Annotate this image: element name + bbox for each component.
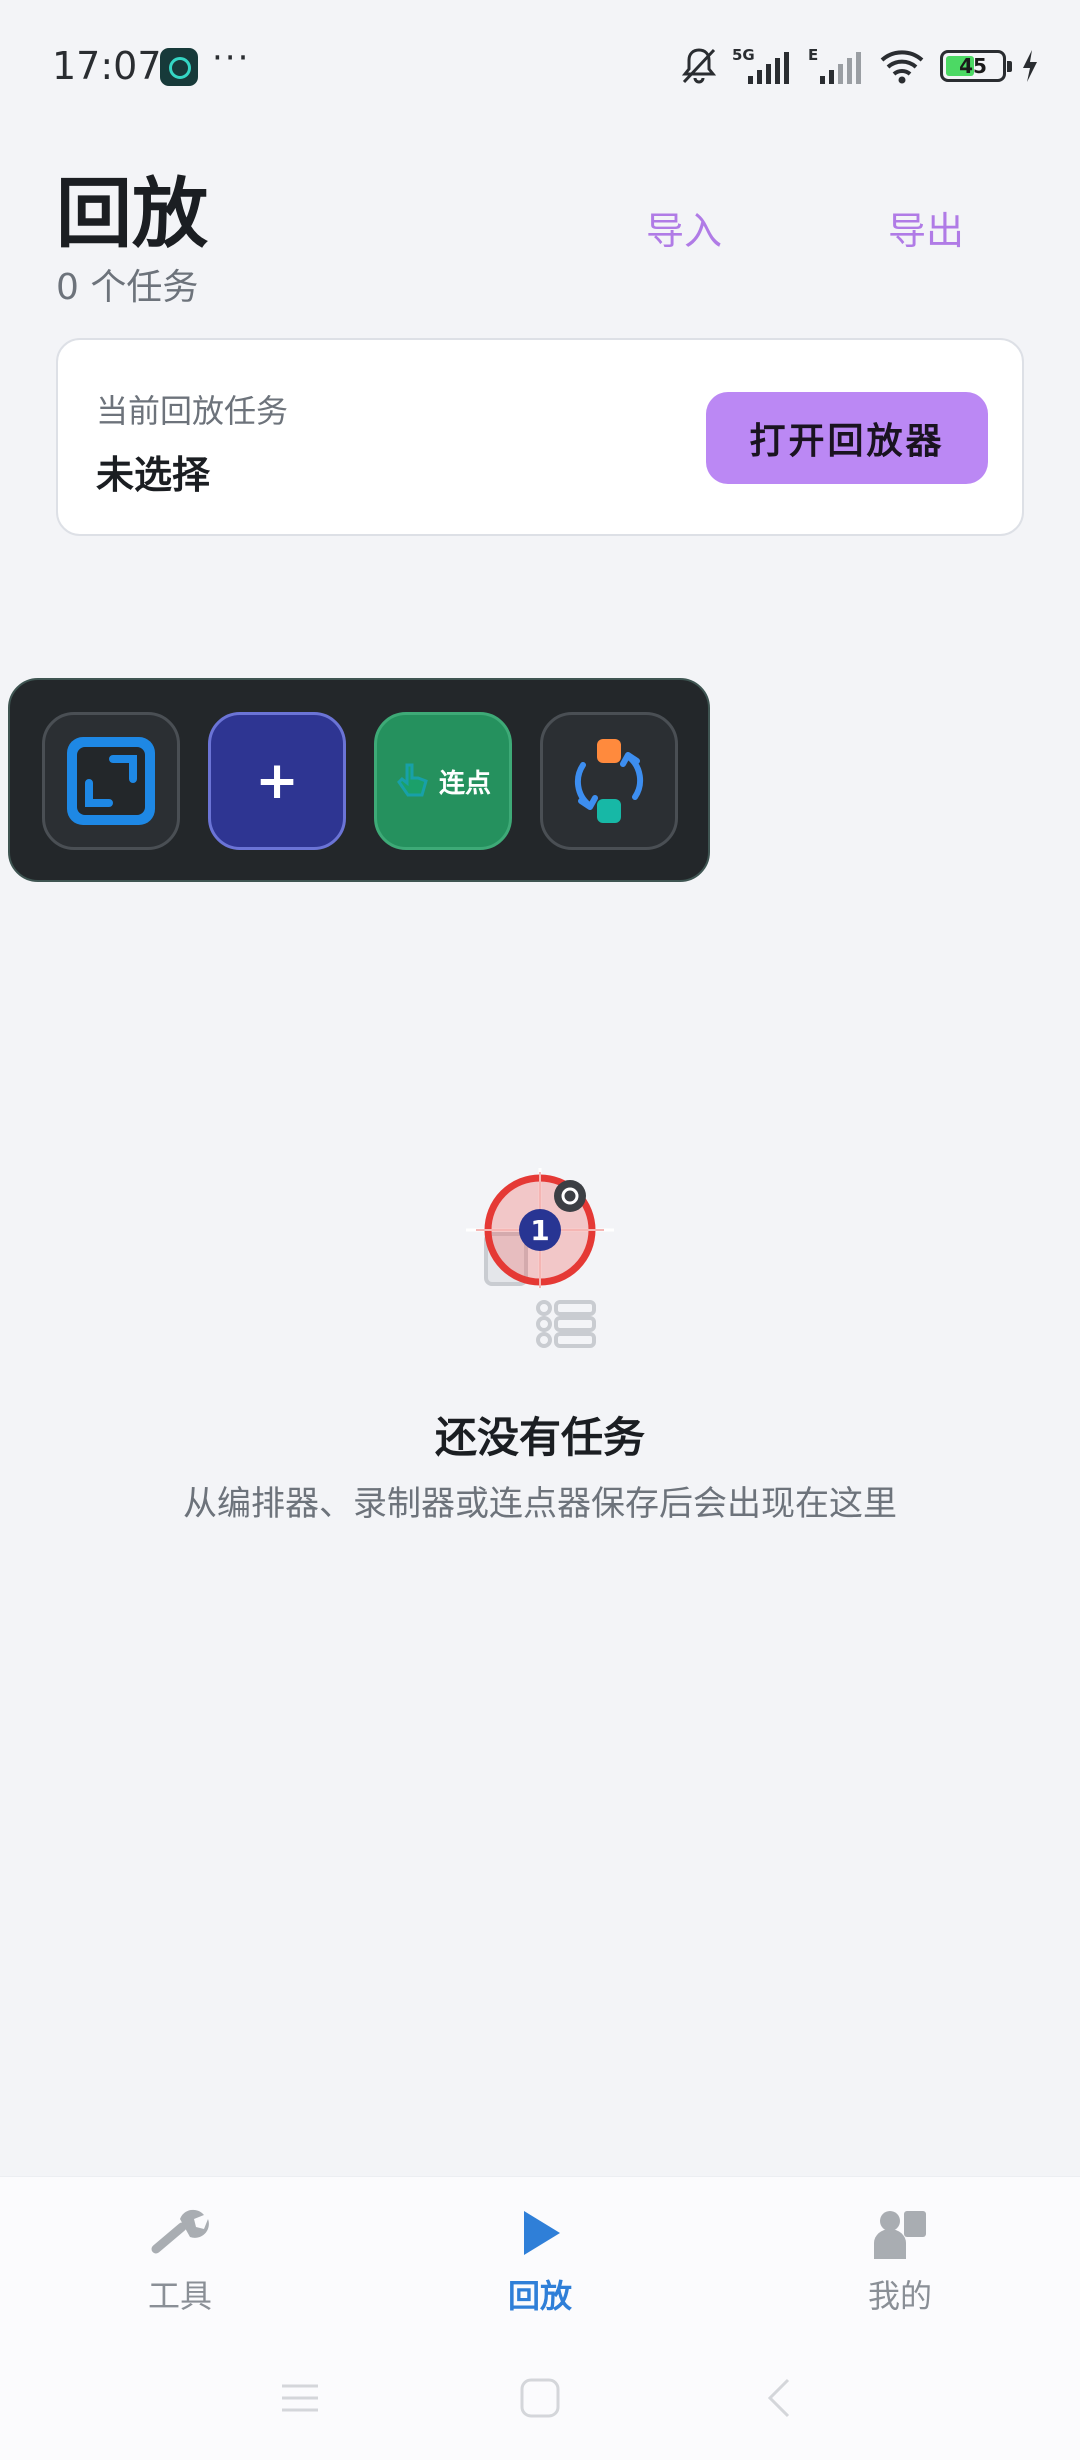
floating-toolbar[interactable]: + 连点: [8, 678, 710, 882]
charging-icon: [1023, 50, 1037, 82]
wifi-icon: [880, 50, 924, 84]
task-count: 0 个任务: [56, 267, 199, 308]
profile-icon: [874, 2211, 926, 2259]
battery-level: 45: [959, 54, 987, 78]
nav-item-mine[interactable]: 我的: [800, 2205, 1000, 2325]
nav-item-replay[interactable]: 回放: [440, 2205, 640, 2325]
battery-icon: 45: [940, 50, 1012, 82]
home-icon[interactable]: [518, 2376, 562, 2420]
network-type-label-2: E: [808, 46, 818, 64]
status-time: 17:07: [52, 44, 162, 88]
current-task-card: 当前回放任务 未选择 打开回放器: [56, 338, 1024, 536]
signal-e-icon: E: [808, 46, 861, 84]
sync-icon: [574, 739, 644, 823]
back-icon[interactable]: [758, 2376, 802, 2420]
empty-state-title: 还没有任务: [434, 1413, 645, 1462]
expand-button[interactable]: [42, 712, 180, 850]
nav-label-replay: 回放: [507, 2277, 572, 2315]
current-task-label: 当前回放任务: [96, 392, 289, 430]
status-icons: 5G E 45: [680, 46, 1040, 86]
sync-button[interactable]: [540, 712, 678, 850]
nav-label-tools: 工具: [147, 2277, 212, 2315]
auto-click-button[interactable]: 连点: [374, 712, 512, 850]
add-icon: +: [255, 751, 299, 811]
export-button[interactable]: 导出: [888, 200, 964, 255]
nav-item-tools[interactable]: 工具: [80, 2205, 280, 2325]
current-task-value: 未选择: [96, 453, 211, 497]
more-notifications-icon: ···: [212, 38, 251, 78]
nav-label-mine: 我的: [867, 2277, 932, 2315]
auto-click-label: 连点: [438, 768, 491, 799]
signal-5g-icon: 5G: [732, 46, 789, 84]
empty-state-description: 从编排器、录制器或连点器保存后会出现在这里: [183, 1484, 897, 1524]
add-button[interactable]: +: [208, 712, 346, 850]
menu-icon[interactable]: [278, 2376, 322, 2420]
wrench-icon: [151, 2209, 209, 2254]
mute-bell-icon: [681, 48, 717, 84]
app-badge-icon: [160, 48, 198, 86]
target-number: 1: [530, 1214, 549, 1247]
expand-icon: [67, 737, 155, 825]
status-bar: 17:07 ··· 5G E 45: [0, 0, 1080, 130]
empty-state-illustration: 1: [466, 1168, 614, 1348]
page-title: 回放: [56, 169, 208, 258]
network-type-label: 5G: [732, 46, 755, 64]
play-icon: [524, 2211, 560, 2255]
system-navigation-bar: [0, 2360, 1080, 2440]
import-button[interactable]: 导入: [646, 200, 722, 255]
pointer-hand-icon: [397, 763, 428, 797]
open-player-button[interactable]: 打开回放器: [706, 392, 988, 484]
